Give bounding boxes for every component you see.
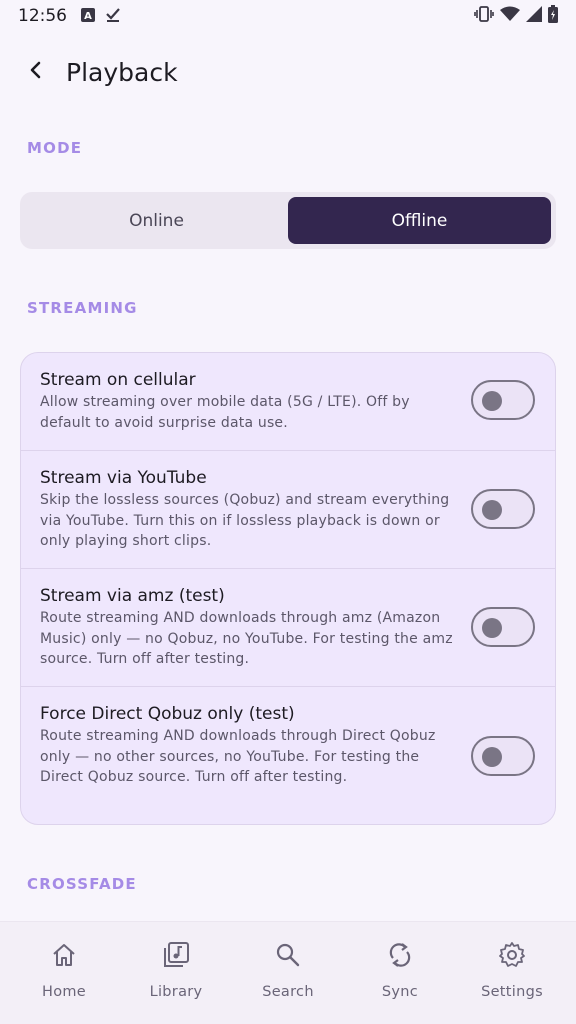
nav-label: Sync	[381, 984, 419, 1000]
nav-item-search[interactable]: Search	[232, 940, 344, 1024]
wifi-icon	[500, 6, 520, 26]
switch-knob	[482, 391, 502, 411]
setting-description: Route streaming AND downloads through Di…	[40, 728, 436, 785]
nav-item-settings[interactable]: Settings	[456, 940, 568, 1024]
switch-knob	[482, 618, 502, 638]
nav-label: Settings	[481, 984, 543, 1000]
stream-on-cellular-switch[interactable]	[471, 380, 535, 420]
status-bar: 12:56 A	[0, 0, 576, 32]
switch-knob	[482, 500, 502, 520]
library-icon	[161, 940, 191, 970]
setting-description: Allow streaming over mobile data (5G / L…	[40, 394, 410, 431]
mode-online-button[interactable]: Online	[25, 197, 288, 244]
setting-title: Stream via amz (test)	[40, 586, 225, 606]
stream-via-amz-switch[interactable]	[471, 607, 535, 647]
sync-icon	[385, 940, 415, 970]
signal-icon	[526, 6, 542, 26]
vibrate-icon	[474, 6, 494, 26]
battery-charging-icon	[548, 5, 558, 27]
setting-title: Force Direct Qobuz only (test)	[40, 704, 295, 724]
chevron-left-icon	[28, 61, 44, 83]
search-icon	[273, 940, 303, 970]
setting-description: Skip the lossless sources (Qobuz) and st…	[40, 492, 450, 549]
home-icon	[49, 940, 79, 970]
back-button[interactable]	[22, 58, 50, 86]
setting-stream-on-cellular[interactable]: Stream on cellular Allow streaming over …	[21, 353, 555, 451]
section-header-mode: MODE	[27, 139, 83, 157]
page-title: Playback	[66, 57, 178, 87]
nav-label: Home	[41, 984, 87, 1000]
nav-item-home[interactable]: Home	[8, 940, 120, 1024]
setting-force-direct-qobuz[interactable]: Force Direct Qobuz only (test) Route str…	[21, 687, 555, 824]
app-bar: Playback	[0, 44, 576, 100]
setting-stream-via-amz[interactable]: Stream via amz (test) Route streaming AN…	[21, 569, 555, 687]
status-left-icons: A	[81, 6, 121, 26]
setting-title: Stream on cellular	[40, 370, 196, 390]
setting-stream-via-youtube[interactable]: Stream via YouTube Skip the lossless sou…	[21, 451, 555, 569]
mode-offline-button[interactable]: Offline	[288, 197, 551, 244]
section-header-crossfade: CROSSFADE	[27, 875, 137, 893]
font-a-icon: A	[81, 7, 95, 26]
nav-item-library[interactable]: Library	[120, 940, 232, 1024]
switch-knob	[482, 747, 502, 767]
svg-text:A: A	[84, 11, 92, 22]
section-header-streaming: STREAMING	[27, 299, 138, 317]
stream-via-youtube-switch[interactable]	[471, 489, 535, 529]
force-direct-qobuz-switch[interactable]	[471, 736, 535, 776]
streaming-settings-card: Stream on cellular Allow streaming over …	[20, 352, 556, 825]
status-time: 12:56	[18, 6, 67, 26]
setting-title: Stream via YouTube	[40, 468, 207, 488]
nav-item-sync[interactable]: Sync	[344, 940, 456, 1024]
nav-label: Library	[149, 984, 203, 1000]
status-right-icons	[474, 5, 558, 27]
setting-description: Route streaming AND downloads through am…	[40, 610, 453, 667]
bottom-nav: Home Library Search Sync Settings	[0, 921, 576, 1024]
settings-icon	[497, 940, 527, 970]
mode-toggle: Online Offline	[20, 192, 556, 249]
download-done-icon	[105, 6, 121, 26]
nav-label: Search	[262, 984, 314, 1000]
